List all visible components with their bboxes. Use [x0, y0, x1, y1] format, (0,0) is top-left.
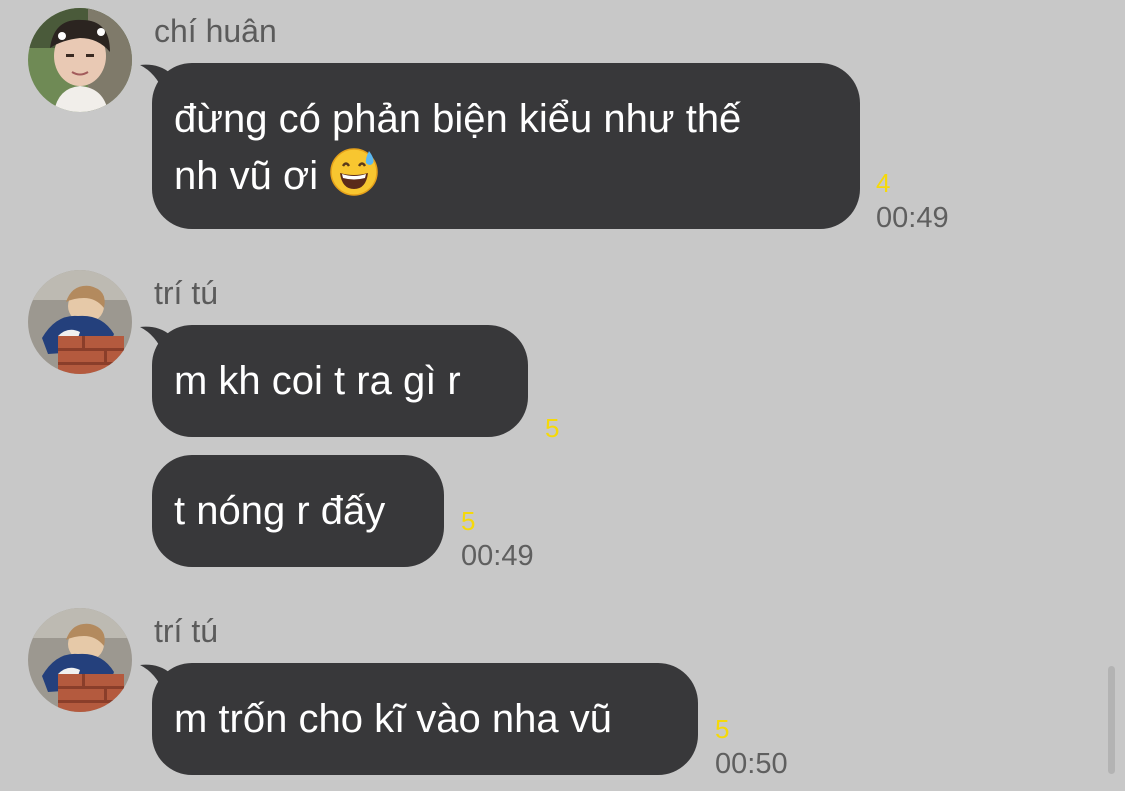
avatar-chi-huan-image [28, 8, 132, 112]
avatar-tri-tu-image [28, 608, 132, 712]
bubble-tail [140, 664, 180, 693]
sender-name: trí tú [154, 613, 219, 649]
message-text: m trốn cho kĩ vào nha vũ [174, 697, 613, 741]
message-time: 00:49 [876, 202, 949, 234]
read-count: 5 [461, 506, 476, 536]
message-bubble[interactable]: m trốn cho kĩ vào nha vũ [140, 663, 698, 775]
message-time: 00:50 [715, 748, 788, 780]
message-bubble[interactable]: m kh coi t ra gì r [140, 325, 528, 437]
sender-name: trí tú [154, 275, 219, 311]
read-count: 5 [715, 714, 730, 744]
message-bubble[interactable]: đừng có phản biện kiểu như thế nh vũ ơi [140, 63, 860, 229]
bubble-tail [140, 326, 180, 355]
message-text-line: nh vũ ơi [174, 147, 838, 204]
message-text: t nóng r đấy [174, 489, 386, 533]
grinning-face-with-sweat-icon [330, 148, 378, 196]
message-text: đừng có phản biện kiểu như thế [174, 97, 742, 141]
sender-avatar[interactable] [28, 8, 132, 112]
scrollbar[interactable] [1108, 666, 1115, 774]
message-bubble[interactable]: t nóng r đấy [152, 455, 444, 567]
sender-avatar[interactable] [28, 608, 132, 712]
avatar-tri-tu-image [28, 270, 132, 374]
bubble-tail [140, 64, 180, 93]
message-time: 00:49 [461, 540, 534, 572]
message-text: nh vũ ơi [174, 154, 319, 198]
message-text: m kh coi t ra gì r [174, 359, 461, 403]
read-count: 5 [545, 413, 560, 443]
read-count: 4 [876, 168, 891, 198]
sender-name: chí huân [154, 13, 277, 49]
sender-avatar[interactable] [28, 270, 132, 374]
